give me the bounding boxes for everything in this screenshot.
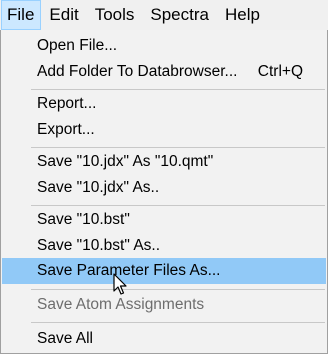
menu-spectra[interactable]: Spectra [142,0,217,30]
mouse-cursor-icon [113,273,127,295]
menu-separator [31,205,325,206]
menu-file[interactable]: File [1,0,42,30]
menu-item-label: Export... [37,121,95,138]
menu-item-label: Report... [37,95,97,112]
file-menu-dropdown: Open File... Add Folder To Databrowser..… [0,30,328,354]
menu-item-label: Open File... [37,37,118,54]
menu-tools[interactable]: Tools [87,0,143,30]
menu-item-label: Save Parameter Files As... [37,262,221,279]
menu-separator [31,89,325,90]
menu-edit[interactable]: Edit [41,0,86,30]
menu-item-label: Save All [37,330,94,347]
menu-item-label: Save "10.jdx" As.. [37,179,160,196]
menu-bar: File Edit Tools Spectra Help [0,0,328,30]
menu-item-save-atom-assignments: Save Atom Assignments [2,292,326,318]
menu-item-add-folder[interactable]: Add Folder To Databrowser... Ctrl+Q [2,59,326,85]
menu-help[interactable]: Help [217,0,268,30]
menu-separator [31,322,325,323]
menu-item-open-file[interactable]: Open File... [2,33,326,59]
application-window: File Edit Tools Spectra Help Open File..… [0,0,328,354]
menu-item-shortcut: Ctrl+Q [257,63,303,80]
menu-item-save-bst[interactable]: Save "10.bst" [2,207,326,233]
menu-item-save-all[interactable]: Save All [2,326,326,352]
menu-item-label: Save "10.bst" As.. [37,237,161,254]
menu-item-report[interactable]: Report... [2,91,326,117]
menu-separator [31,147,325,148]
menu-item-label: Save Atom Assignments [37,296,205,313]
menu-item-save-bst-as[interactable]: Save "10.bst" As.. [2,233,326,259]
menu-separator [31,289,325,290]
menu-item-label: Save "10.jdx" As "10.qmt" [37,153,214,170]
menu-item-save-jdx-as-qmt[interactable]: Save "10.jdx" As "10.qmt" [2,149,326,175]
menu-item-export[interactable]: Export... [2,117,326,143]
menu-item-save-parameter-files[interactable]: Save Parameter Files As... [2,258,326,284]
menu-item-label: Save "10.bst" [37,211,130,228]
menu-item-label: Add Folder To Databrowser... [37,63,238,80]
menu-item-save-jdx-as[interactable]: Save "10.jdx" As.. [2,175,326,201]
